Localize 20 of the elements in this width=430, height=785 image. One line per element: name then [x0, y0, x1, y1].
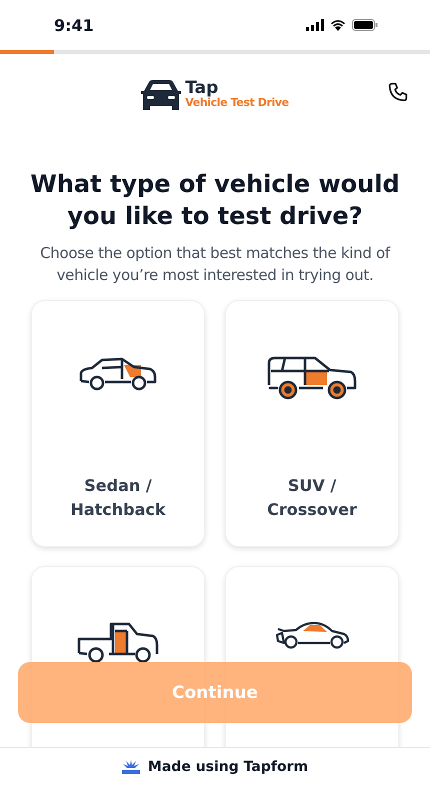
- battery-icon: [352, 19, 378, 31]
- vehicle-option-card[interactable]: SUV / Crossover: [225, 300, 399, 547]
- suv-icon: [267, 355, 357, 401]
- phone-icon[interactable]: [388, 82, 408, 102]
- brand-name: Tap: [185, 80, 218, 97]
- car-logo-icon: [141, 78, 182, 110]
- option-label: SUV / Crossover: [266, 475, 358, 521]
- vehicle-option-card[interactable]: Sedan / Hatchback: [31, 300, 205, 547]
- sedan-icon: [78, 355, 158, 391]
- wifi-icon: [330, 19, 346, 31]
- question-title: What type of vehicle would you like to test drive?: [29, 169, 401, 232]
- sports-car-icon: [274, 621, 350, 651]
- footer-text: Made using Tapform: [148, 758, 308, 774]
- signal-icon: [306, 19, 324, 31]
- tapform-logo-icon: [122, 760, 140, 774]
- brand-subtitle: Vehicle Test Drive: [185, 97, 289, 108]
- question-description: Choose the option that best matches the kind of vehicle you’re most interested in trying out.: [39, 243, 392, 286]
- option-label: Sedan / Hatchback: [69, 475, 167, 521]
- status-time: 9:41: [54, 16, 94, 34]
- pickup-truck-icon: [77, 621, 159, 663]
